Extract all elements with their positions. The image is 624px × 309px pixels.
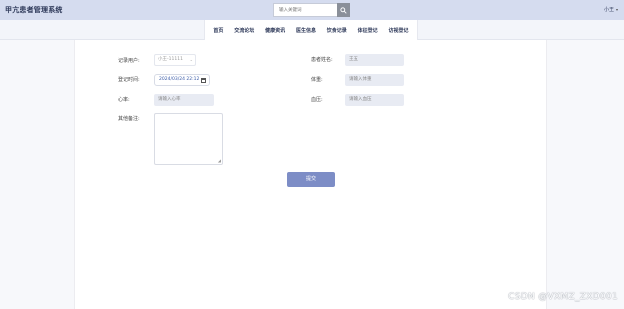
record-time-value: 2024/03/24 22:12 [159,77,200,82]
record-time-label: 登记时间: [118,77,140,83]
chevron-down-icon: ▾ [615,7,618,12]
record-user-value: 小王-11111 [158,57,183,62]
record-time-input[interactable]: 2024/03/24 22:12 [154,74,210,86]
record-user-label: 记录用户: [118,58,140,64]
calendar-icon[interactable] [201,78,206,83]
nav-bar: 首页 交流论坛 健康资讯 医生信息 饮食记录 体征登记 访视登记 [0,20,624,40]
watermark: CSDN @VXMZ_ZXD001 [508,292,618,302]
nav-item-visit-records[interactable]: 访视登记 [388,27,408,34]
chevron-down-icon: ⌄ [189,57,193,62]
heart-rate-label: 心率: [118,97,130,103]
resize-handle-icon[interactable]: ◢ [218,159,221,163]
blood-pressure-label: 血压: [311,97,323,103]
notes-textarea[interactable]: ◢ [154,113,223,165]
weight-field[interactable]: 请输入体重 [345,74,404,86]
weight-label: 体重: [311,77,323,83]
heart-rate-field[interactable]: 请输入心率 [154,94,214,106]
record-user-select[interactable]: 小王-11111 ⌄ [154,54,196,66]
patient-name-label: 患者姓名: [311,57,333,63]
nav-item-forum[interactable]: 交流论坛 [234,27,254,34]
top-bar: 甲亢患者管理系统 小王 ▾ [0,0,624,20]
nav-item-diet-records[interactable]: 饮食记录 [327,27,347,34]
search-input[interactable] [273,3,337,17]
user-menu[interactable]: 小王 ▾ [604,6,618,13]
search-button[interactable] [337,3,350,17]
nav-item-health-news[interactable]: 健康资讯 [265,27,285,34]
search-icon [340,6,347,14]
notes-label: 其他备注: [118,116,140,122]
nav-item-doctors[interactable]: 医生信息 [296,27,316,34]
patient-name-field[interactable]: 王五 [345,54,404,66]
app-title: 甲亢患者管理系统 [5,6,63,14]
blood-pressure-field[interactable]: 请输入血压 [345,94,404,106]
user-name: 小王 [603,7,614,13]
nav-menu: 首页 交流论坛 健康资讯 医生信息 饮食记录 体征登记 访视登记 [204,20,418,40]
submit-button[interactable]: 提交 [287,172,335,187]
search-box [273,3,351,17]
nav-item-home[interactable]: 首页 [213,27,223,34]
nav-item-vital-signs[interactable]: 体征登记 [358,27,378,34]
